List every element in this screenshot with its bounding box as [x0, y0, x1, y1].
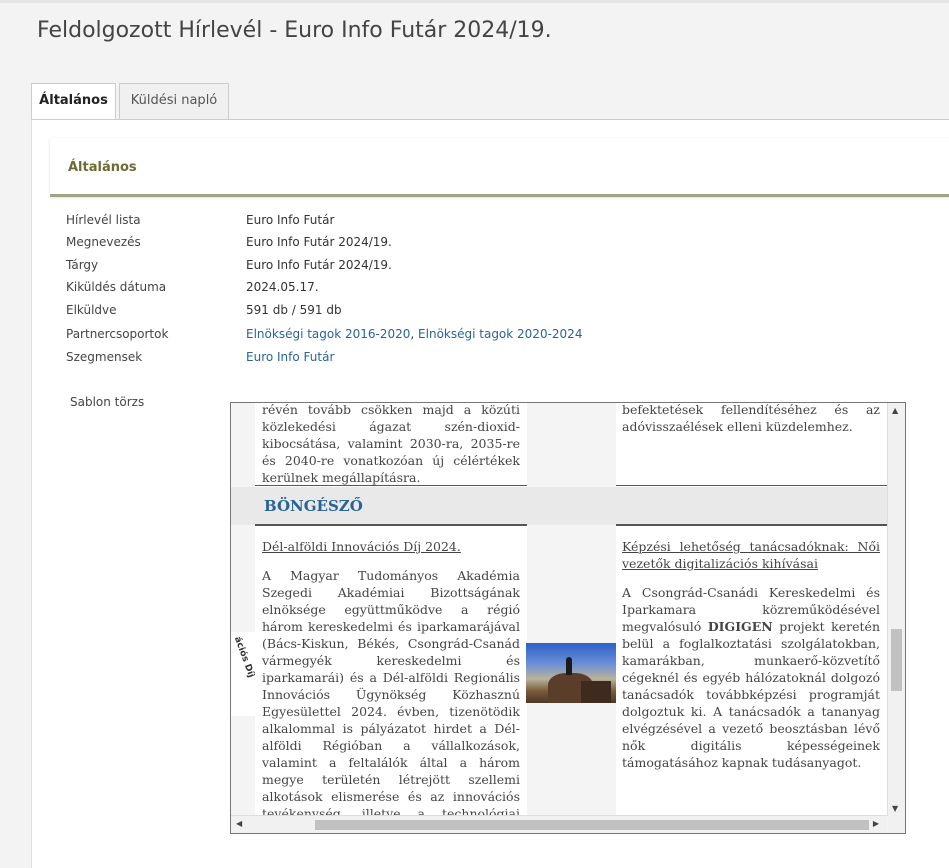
scroll-up-arrow-icon[interactable]: ▲: [892, 406, 898, 415]
section-divider: [255, 524, 527, 526]
horizontal-scrollbar[interactable]: ◀ ▶: [231, 815, 887, 833]
property-value: Elnökségi tagok 2016-2020, Elnökségi tag…: [246, 327, 582, 341]
property-label: Kiküldés dátuma: [66, 280, 167, 294]
property-value: Euro Info Futár: [246, 350, 334, 364]
top-bar: [0, 0, 949, 3]
property-label: Tárgy: [66, 258, 99, 272]
horizontal-scroll-thumb[interactable]: [315, 820, 869, 830]
newsletter-content: révén tovább csökken majd a közúti közle…: [231, 403, 887, 816]
property-label: Elküldve: [66, 303, 117, 317]
divider-line: [616, 485, 887, 486]
scroll-down-arrow-icon[interactable]: ▼: [892, 804, 898, 813]
top-left-text: révén tovább csökken majd a közúti közle…: [262, 403, 520, 485]
award-logo-image: ációs Díj: [231, 632, 255, 716]
template-preview-frame[interactable]: révén tovább csökken majd a közúti közle…: [230, 402, 906, 834]
property-value: 2024.05.17.: [246, 280, 319, 294]
article-photo: [526, 643, 616, 703]
scroll-left-arrow-icon[interactable]: ◀: [236, 819, 242, 828]
left-article: Dél-alföldi Innovációs Díj 2024. A Magya…: [262, 538, 520, 816]
left-article-body: A Magyar Tudományos Akadémia Szegedi Aka…: [262, 568, 520, 816]
template-body-label: Sablon törzs: [70, 395, 145, 409]
property-label: Megnevezés: [66, 235, 141, 249]
property-label: Szegmensek: [66, 350, 143, 364]
divider-line: [255, 485, 527, 486]
property-value: 591 db / 591 db: [246, 303, 342, 317]
page-title: Feldolgozott Hírlevél - Euro Info Futár …: [37, 18, 552, 43]
tab-altalanos[interactable]: Általános: [31, 83, 116, 121]
right-article-body: A Csongrád-Csanádi Kereskedelmi és Ipark…: [622, 585, 880, 770]
link-separator: ,: [410, 327, 419, 341]
property-value: Euro Info Futár: [246, 213, 335, 227]
segment-link[interactable]: Euro Info Futár: [246, 350, 334, 364]
partner-group-link[interactable]: Elnökségi tagok 2020-2024: [418, 327, 582, 341]
scroll-right-arrow-icon[interactable]: ▶: [873, 819, 879, 828]
property-value: Euro Info Futár 2024/19.: [246, 235, 392, 249]
top-right-text: befektetések fellendítéséhez és az adóvi…: [622, 403, 880, 434]
property-label: Partnercsoportok: [66, 327, 169, 341]
section-title: Általános: [68, 160, 137, 175]
partner-group-link[interactable]: Elnökségi tagok 2016-2020: [246, 327, 410, 341]
vertical-scrollbar[interactable]: ▲ ▼: [887, 403, 905, 816]
newsletter-section-title: BÖNGÉSZŐ: [264, 497, 363, 515]
left-article-title-link[interactable]: Dél-alföldi Innovációs Díj 2024.: [262, 538, 520, 555]
section-divider: [616, 524, 887, 526]
vertical-scroll-thumb[interactable]: [891, 629, 902, 691]
right-article: Képzési lehetőség tanácsadóknak: Női vez…: [622, 538, 880, 771]
tab-content-panel: Általános Hírlevél lista Euro Info Futár…: [31, 119, 949, 868]
tab-kuldesi-naplo[interactable]: Küldési napló: [119, 83, 229, 119]
property-value: Euro Info Futár 2024/19.: [246, 258, 392, 272]
property-label: Hírlevél lista: [66, 213, 141, 227]
scrollbar-corner: [888, 816, 905, 833]
project-name: DIGIGEN: [707, 619, 773, 634]
section-header: Általános: [50, 138, 949, 197]
right-article-title-link[interactable]: Képzési lehetőség tanácsadóknak: Női vez…: [622, 538, 880, 572]
